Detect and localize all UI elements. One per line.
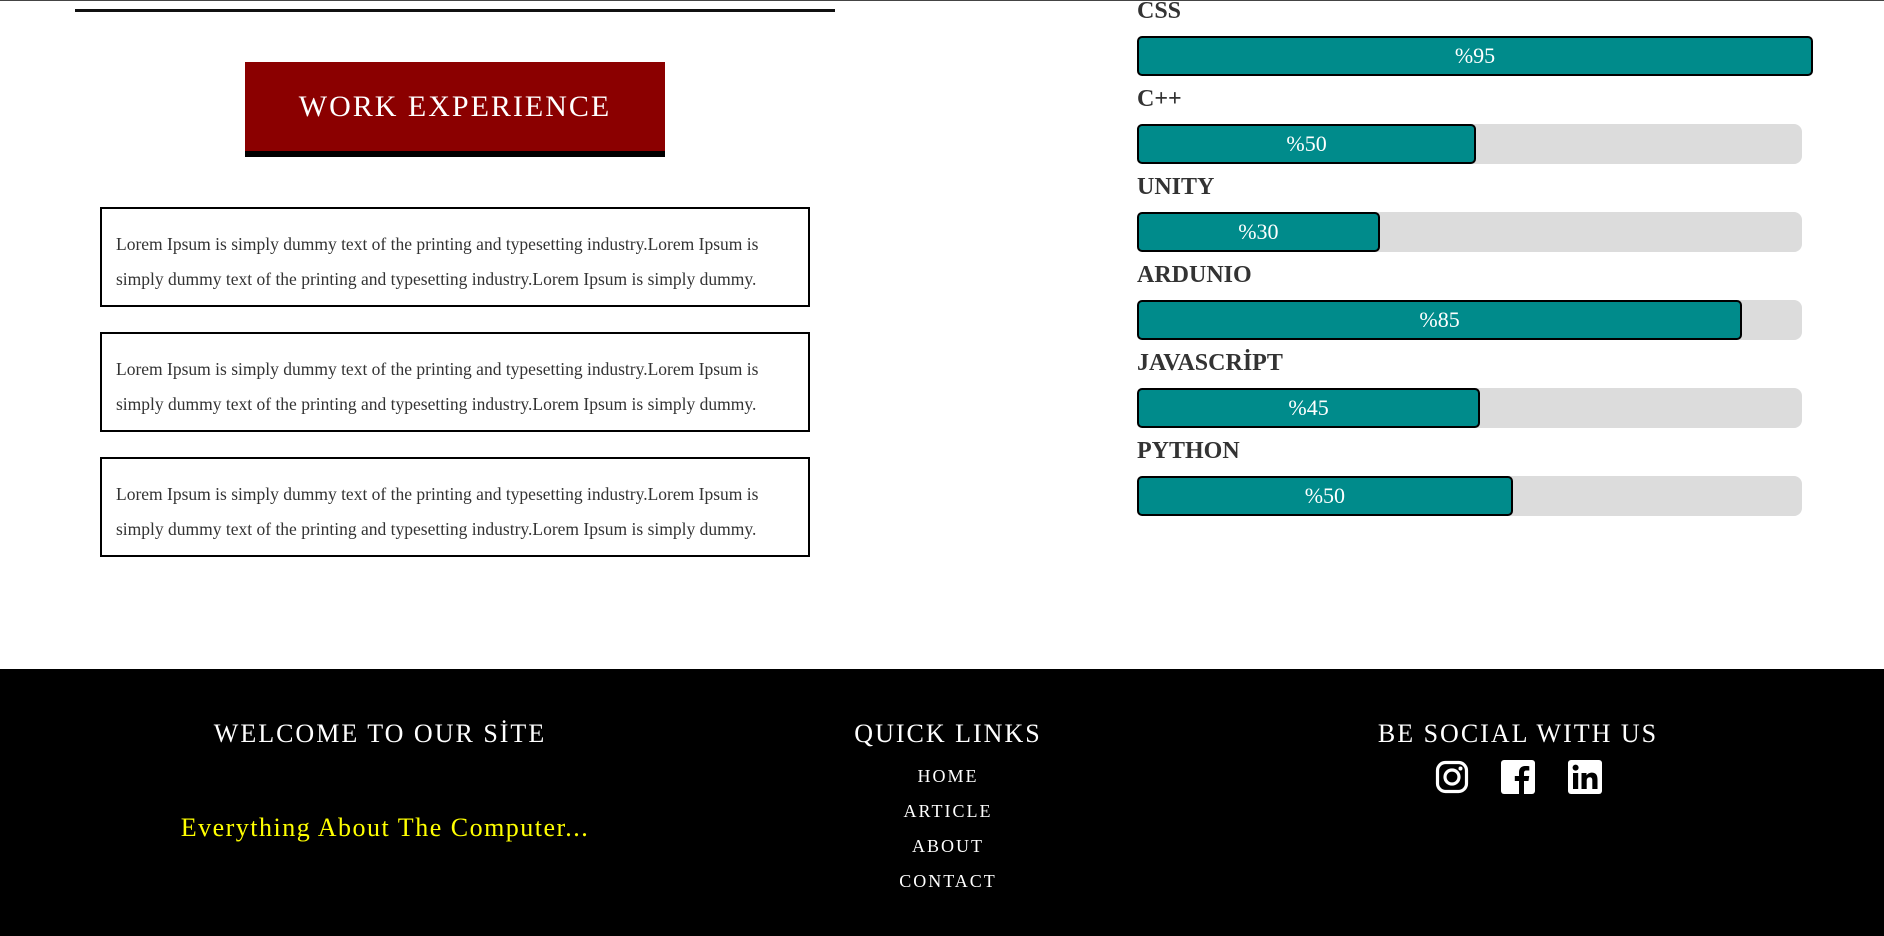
skill-bar-fill-unity: %30 [1137, 212, 1380, 252]
skill-bar-fill-python: %50 [1137, 476, 1513, 516]
skill-bar-fill-css: %95 [1137, 36, 1813, 76]
experience-entry: Lorem Ipsum is simply dummy text of the … [100, 457, 810, 557]
skill-label-unity: UNITY [1137, 174, 1215, 200]
linkedin-icon[interactable] [1568, 760, 1602, 794]
experience-entry: Lorem Ipsum is simply dummy text of the … [100, 332, 810, 432]
facebook-icon[interactable] [1501, 760, 1535, 794]
skill-bar-fill-javascript: %45 [1137, 388, 1481, 428]
quick-links-heading: QUICK LINKS [854, 719, 1042, 748]
skill-label-python: PYTHON [1137, 438, 1240, 464]
section-divider [75, 9, 835, 12]
experience-entry: Lorem Ipsum is simply dummy text of the … [100, 207, 810, 307]
page: WORK EXPERIENCE Lorem Ipsum is simply du… [0, 0, 1884, 936]
quick-link-article[interactable]: ARTICLE [848, 801, 1048, 822]
skill-label-css: CSS [1137, 0, 1182, 24]
skill-label-arduino: ARDUNIO [1137, 262, 1252, 288]
work-experience-title: WORK EXPERIENCE [245, 62, 665, 157]
skill-bar-fill-arduino: %85 [1137, 300, 1743, 340]
skill-bar-track: %50 [1137, 476, 1802, 516]
skill-label-cpp: C++ [1137, 86, 1182, 112]
quick-link-contact[interactable]: CONTACT [848, 871, 1048, 892]
skill-bar-track: %30 [1137, 212, 1802, 252]
skill-bar-track: %85 [1137, 300, 1802, 340]
quick-link-home[interactable]: HOME [848, 766, 1048, 787]
quick-link-about[interactable]: ABOUT [848, 836, 1048, 857]
social-heading: BE SOCIAL WITH US [1377, 719, 1659, 748]
skill-bar-track: %45 [1137, 388, 1802, 428]
instagram-icon[interactable] [1435, 760, 1469, 794]
skill-label-javascript: JAVASCRİPT [1137, 350, 1283, 376]
top-divider [0, 0, 1884, 1]
skill-bar-fill-cpp: %50 [1137, 124, 1477, 164]
skill-bar-track: %50 [1137, 124, 1802, 164]
site-tagline: Everything About The Computer... [180, 813, 590, 842]
skill-bar-track: %95 [1137, 36, 1813, 76]
footer: WELCOME TO OUR SİTE Everything About The… [0, 669, 1884, 936]
welcome-heading: WELCOME TO OUR SİTE [213, 719, 547, 748]
